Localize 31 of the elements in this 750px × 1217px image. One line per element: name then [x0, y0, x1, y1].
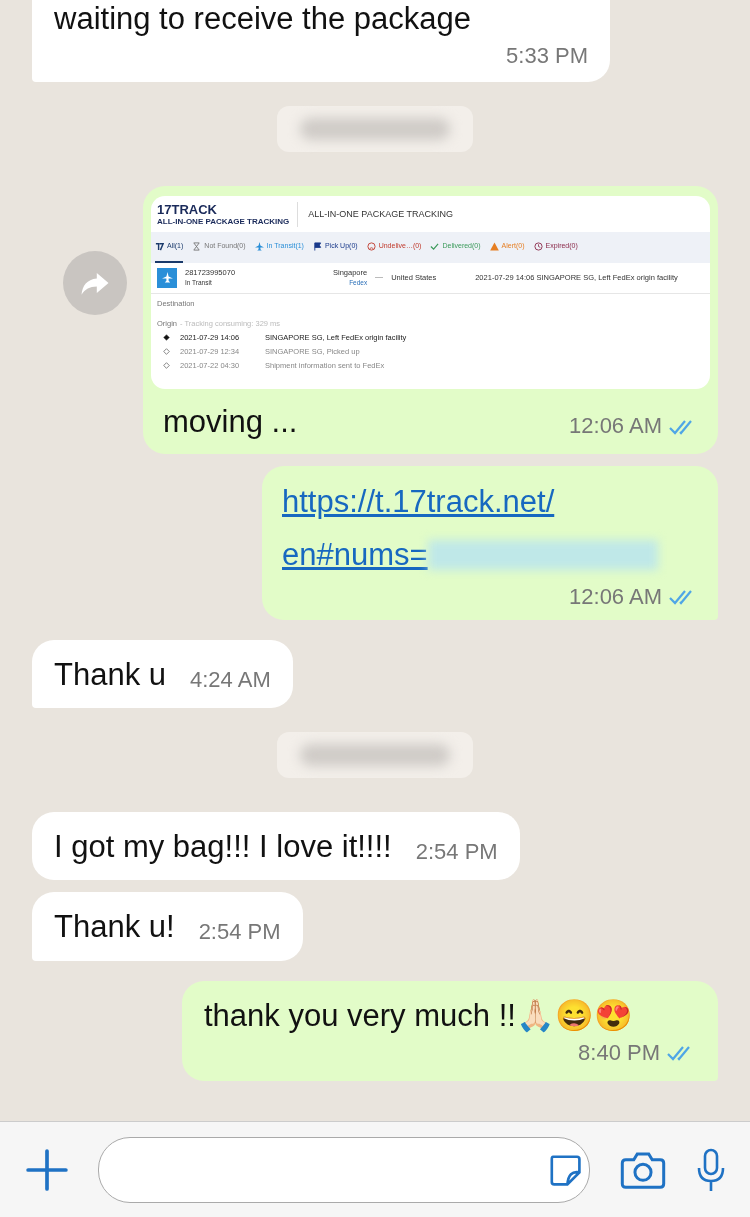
message-time: 4:24 AM [190, 666, 271, 694]
message-time: 12:06 AM [569, 583, 662, 611]
message-text: waiting to receive the package [54, 0, 473, 38]
clock-icon [533, 241, 543, 251]
flag-icon [312, 241, 322, 251]
message-text: Thank u [54, 656, 166, 694]
tracking-link[interactable]: en#nums= [282, 532, 428, 578]
brand-logo: 17TRACK [157, 201, 218, 218]
message-time: 2:54 PM [415, 839, 498, 866]
message-time: 2:54 PM [198, 919, 281, 946]
logo-tagline: ALL-IN-ONE PACKAGE TRACKING [157, 217, 290, 227]
route-dash [375, 277, 384, 279]
message-time: 12:06 AM [569, 413, 662, 440]
check-icon [430, 241, 440, 251]
page-title: ALL-IN-ONE PACKAGE TRACKING [308, 208, 453, 220]
message-text: moving ... [163, 402, 298, 440]
plane-icon [161, 272, 173, 284]
plane-icon [254, 241, 264, 251]
add-icon[interactable] [26, 1148, 68, 1191]
alert-icon [489, 241, 499, 251]
message-text: thank you very much !!🙏🏻😄😍 [204, 996, 633, 1034]
microphone-icon[interactable] [696, 1146, 726, 1193]
message-text: Thank u! [54, 908, 175, 946]
sad-icon [366, 241, 376, 251]
message-time: 8:40 PM [578, 1039, 660, 1067]
message-text: I got my bag!!! I love it!!!! [54, 828, 392, 866]
camera-icon[interactable] [620, 1149, 666, 1190]
logo-icon [155, 241, 164, 251]
message-time: 5:33 PM [506, 43, 588, 70]
hourglass-icon [192, 241, 202, 251]
tracking-link[interactable]: https://t.17track.net/ [282, 479, 555, 525]
